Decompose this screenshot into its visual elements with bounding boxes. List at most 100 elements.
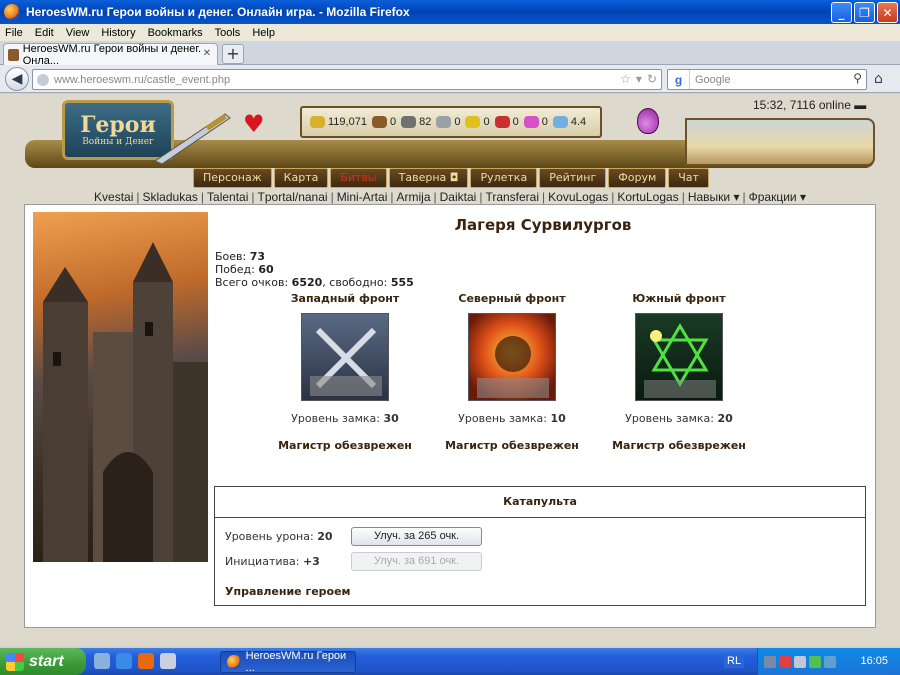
web-page: Герои Войны и Денег ♥ 119,071 0 82 0 0 0 0 4.4 … bbox=[0, 94, 900, 646]
subnav-link-0[interactable]: Kvestai bbox=[94, 190, 133, 204]
subnav-link-8[interactable]: KovuLogas bbox=[548, 190, 608, 204]
subnav-separator: | bbox=[479, 190, 483, 204]
close-button[interactable]: ✕ bbox=[877, 2, 898, 23]
upgrade-damage-button[interactable]: Улуч. за 265 очк. bbox=[351, 527, 482, 546]
menu-history[interactable]: History bbox=[101, 27, 135, 39]
hero-management-link[interactable]: Управление героем bbox=[225, 585, 351, 598]
back-button[interactable]: ◀ bbox=[5, 67, 29, 91]
firefox-quicklaunch-icon[interactable] bbox=[138, 653, 154, 669]
window-titlebar: HeroesWM.ru Герои войны и денег. Онлайн … bbox=[0, 0, 900, 24]
tab-heroeswm[interactable]: HeroesWM.ru Герои войны и денег. Онла...… bbox=[3, 42, 218, 67]
search-box[interactable]: g Google ⚲ bbox=[667, 69, 867, 90]
ie-icon[interactable] bbox=[116, 653, 132, 669]
subnav-link-5[interactable]: Armija bbox=[396, 190, 430, 204]
logo-title: Герои bbox=[80, 112, 156, 138]
favicon-icon bbox=[8, 48, 19, 61]
nav-button-3[interactable]: Таверна ◘ bbox=[388, 168, 469, 188]
front-name: Западный фронт bbox=[290, 292, 400, 305]
subnav-separator: | bbox=[390, 190, 394, 204]
nav-button-1[interactable]: Карта bbox=[273, 168, 329, 188]
new-tab-button[interactable]: + bbox=[222, 44, 244, 64]
menu-help[interactable]: Help bbox=[252, 27, 275, 39]
navigation-bar: ◀ www.heroeswm.ru/castle_event.php ☆ ▾ ↻ g… bbox=[0, 65, 900, 93]
initiative-level: Инициатива: +3 bbox=[225, 555, 320, 568]
google-icon[interactable]: g bbox=[668, 70, 690, 89]
subnav-separator: | bbox=[251, 190, 255, 204]
update-icon[interactable] bbox=[824, 655, 836, 668]
windows-logo-icon bbox=[6, 652, 24, 671]
subnav-link-4[interactable]: Mini-Artai bbox=[337, 190, 388, 204]
language-indicator[interactable]: RL bbox=[724, 654, 745, 668]
subnav-separator: | bbox=[200, 190, 205, 204]
menu-bar: File Edit View History Bookmarks Tools H… bbox=[0, 24, 900, 41]
server-time-online: 15:32, 7116 online ▬ bbox=[753, 98, 867, 112]
subnav-link-11[interactable]: Фракции ▾ bbox=[749, 190, 806, 204]
tab-close-icon[interactable]: ✕ bbox=[201, 48, 213, 60]
subnav-link-2[interactable]: Talentai bbox=[207, 190, 248, 204]
nav-button-0[interactable]: Персонаж bbox=[193, 168, 272, 188]
fire-demon-icon[interactable] bbox=[468, 313, 556, 401]
front-north: Северный фронт Уровень замка: 10 Магистр… bbox=[432, 292, 592, 452]
system-tray: 16:05 bbox=[757, 648, 900, 675]
crossed-swords-icon[interactable] bbox=[301, 313, 389, 401]
sword-icon bbox=[153, 113, 231, 165]
subnav-link-6[interactable]: Daiktai bbox=[440, 190, 477, 204]
subnav-link-10[interactable]: Навыки ▾ bbox=[688, 190, 740, 204]
volume-icon[interactable] bbox=[794, 655, 806, 668]
subnav-link-9[interactable]: KortuLogas bbox=[617, 190, 678, 204]
nav-button-5[interactable]: Рейтинг bbox=[539, 168, 607, 188]
address-bar[interactable]: www.heroeswm.ru/castle_event.php ☆ ▾ ↻ bbox=[32, 69, 662, 90]
battles-value: 73 bbox=[249, 250, 266, 263]
network-icon[interactable] bbox=[764, 655, 776, 668]
castle-level: Уровень замка: 20 bbox=[625, 412, 733, 425]
alert-icon[interactable] bbox=[779, 655, 791, 668]
gems-icon bbox=[523, 116, 539, 128]
tab-label: HeroesWM.ru Герои войны и денег. Онла... bbox=[22, 42, 202, 67]
wins-value: 60 bbox=[258, 263, 274, 276]
reload-icon[interactable]: ↻ bbox=[647, 72, 657, 86]
nav-button-7[interactable]: Чат bbox=[668, 168, 709, 188]
url-host: www.heroeswm.ru bbox=[54, 73, 144, 86]
file-icon[interactable] bbox=[160, 653, 176, 669]
menu-tools[interactable]: Tools bbox=[215, 27, 241, 39]
subnav-link-1[interactable]: Skladukas bbox=[143, 190, 198, 204]
front-name: Северный фронт bbox=[458, 292, 566, 305]
menu-file[interactable]: File bbox=[5, 27, 23, 39]
resource-value: 0 bbox=[389, 116, 397, 128]
minimize-button[interactable]: _ bbox=[831, 2, 852, 23]
start-button[interactable]: start bbox=[0, 648, 86, 675]
catapult-panel: Катапульта Уровень урона: 20 Улуч. за 26… bbox=[214, 486, 866, 606]
subnav-separator: | bbox=[330, 190, 334, 204]
search-icon[interactable]: ⚲ bbox=[853, 71, 862, 85]
subnav-separator: | bbox=[681, 190, 685, 204]
front-status: Магистр обезврежен bbox=[445, 439, 579, 452]
menu-view[interactable]: View bbox=[66, 27, 90, 39]
dropdown-icon[interactable]: ▾ bbox=[636, 72, 642, 86]
security-icon[interactable] bbox=[809, 655, 821, 668]
front-status: Магистр обезврежен bbox=[612, 439, 746, 452]
subnav-link-3[interactable]: Tportal/nanai bbox=[258, 190, 328, 204]
show-desktop-icon[interactable] bbox=[94, 653, 110, 669]
menu-edit[interactable]: Edit bbox=[35, 27, 54, 39]
front-status: Магистр обезврежен bbox=[278, 439, 412, 452]
front-south: Южный фронт Уровень замка: 20 Магистр об… bbox=[599, 292, 759, 452]
nav-button-6[interactable]: Форум bbox=[608, 168, 667, 188]
home-icon[interactable]: ⌂ bbox=[874, 71, 883, 87]
maximize-button[interactable]: ❐ bbox=[854, 2, 875, 23]
subnav-separator: | bbox=[742, 190, 746, 204]
nav-button-4[interactable]: Рулетка bbox=[470, 168, 538, 188]
hexagram-icon[interactable] bbox=[635, 313, 723, 401]
bookmark-star-icon[interactable]: ☆ bbox=[620, 72, 631, 86]
gold-icon bbox=[310, 116, 325, 128]
mercury-icon bbox=[436, 116, 452, 128]
tab-strip: HeroesWM.ru Герои войны и денег. Онла...… bbox=[0, 41, 900, 67]
taskbar-firefox-window[interactable]: HeroesWM.ru Герои ... bbox=[220, 650, 356, 674]
main-navigation: Персонаж Карта Битвы Таверна ◘ Рулетка Рейтин… bbox=[193, 168, 709, 188]
health-heart-icon: ♥ bbox=[243, 110, 265, 138]
nav-button-2[interactable]: Битвы bbox=[330, 168, 387, 188]
front-name: Южный фронт bbox=[632, 292, 726, 305]
resource-value: 0 bbox=[541, 116, 548, 128]
subnav-link-7[interactable]: Transferai bbox=[485, 190, 539, 204]
menu-bookmarks[interactable]: Bookmarks bbox=[148, 27, 203, 39]
subnav-separator: | bbox=[136, 190, 140, 204]
